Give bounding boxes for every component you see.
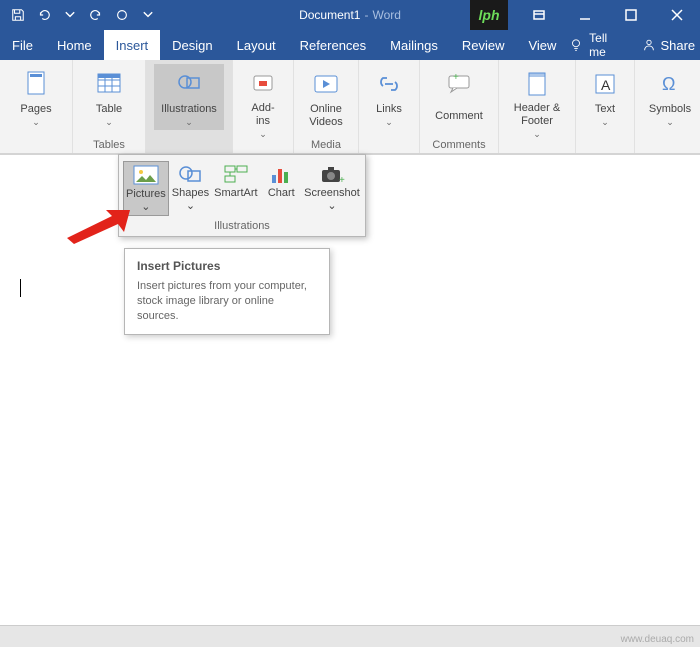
status-bar	[0, 625, 700, 647]
group-media: Online Videos Media	[294, 60, 359, 153]
group-tables-label: Tables	[93, 137, 125, 151]
watermark: www.deuaq.com	[621, 634, 694, 645]
chart-icon	[267, 163, 295, 187]
chart-button[interactable]: Chart	[260, 161, 303, 216]
header-footer-button[interactable]: Header & Footer⌄	[507, 64, 567, 141]
qat-customize-icon[interactable]	[136, 3, 160, 27]
close-icon[interactable]	[654, 0, 700, 30]
links-button[interactable]: Links⌄	[367, 64, 411, 130]
group-pages-label	[34, 137, 37, 151]
app-name: Word	[372, 8, 400, 22]
illustrations-icon	[173, 68, 205, 100]
touch-mode-icon[interactable]	[110, 3, 134, 27]
group-tables: Table⌄ Tables	[73, 60, 146, 153]
text-button[interactable]: A Text⌄	[584, 64, 626, 130]
symbols-icon: Ω	[654, 68, 686, 100]
undo-icon[interactable]	[32, 3, 56, 27]
pictures-icon	[132, 164, 160, 188]
document-name: Document1	[299, 8, 360, 22]
links-icon	[373, 68, 405, 100]
svg-text:A: A	[601, 77, 611, 93]
maximize-icon[interactable]	[608, 0, 654, 30]
title-bar: Document1 - Word lph	[0, 0, 700, 30]
group-illustrations: Illustrations⌄	[146, 60, 233, 153]
table-icon	[93, 68, 125, 100]
tab-design[interactable]: Design	[160, 30, 224, 60]
tab-file[interactable]: File	[0, 30, 45, 60]
tooltip: Insert Pictures Insert pictures from you…	[124, 248, 330, 335]
ribbon: Pages⌄ Table⌄ Tables Illustrations⌄ Add-	[0, 60, 700, 154]
pages-button[interactable]: Pages⌄	[8, 64, 64, 130]
symbols-button[interactable]: Ω Symbols⌄	[643, 64, 697, 130]
tab-review[interactable]: Review	[450, 30, 517, 60]
group-addins: Add- ins⌄	[233, 60, 294, 153]
window-title: Document1 - Word	[299, 8, 401, 22]
title-separator: -	[364, 8, 368, 22]
window-controls	[516, 0, 700, 30]
shapes-icon	[176, 163, 204, 187]
pages-icon	[20, 68, 52, 100]
table-button[interactable]: Table⌄	[81, 64, 137, 130]
online-videos-button[interactable]: Online Videos	[302, 64, 350, 130]
addins-button[interactable]: Add- ins⌄	[241, 64, 285, 141]
screenshot-icon: +	[318, 163, 346, 187]
tab-mailings[interactable]: Mailings	[378, 30, 450, 60]
text-cursor	[20, 279, 21, 297]
smartart-button[interactable]: SmartArt	[212, 161, 259, 216]
tooltip-title: Insert Pictures	[137, 259, 317, 273]
logo-badge: lph	[470, 0, 508, 30]
share-icon	[642, 38, 656, 52]
save-icon[interactable]	[6, 3, 30, 27]
group-pages: Pages⌄	[0, 60, 73, 153]
addins-icon	[247, 68, 279, 100]
svg-text:+: +	[453, 72, 459, 83]
screenshot-button[interactable]: + Screenshot⌄	[303, 161, 361, 216]
tab-home[interactable]: Home	[45, 30, 104, 60]
comment-icon: +	[443, 68, 475, 100]
tell-me-label[interactable]: Tell me	[589, 31, 617, 59]
tab-view[interactable]: View	[516, 30, 568, 60]
tab-layout[interactable]: Layout	[225, 30, 288, 60]
video-icon	[310, 68, 342, 100]
tab-references[interactable]: References	[288, 30, 378, 60]
header-footer-icon	[521, 68, 553, 100]
smartart-icon	[222, 163, 250, 187]
tab-insert[interactable]: Insert	[104, 30, 161, 60]
undo-dropdown-icon[interactable]	[58, 3, 82, 27]
svg-text:+: +	[339, 175, 345, 186]
flyout-group-label: Illustrations	[119, 218, 365, 236]
ribbon-tabs: File Home Insert Design Layout Reference…	[0, 30, 700, 60]
illustrations-button[interactable]: Illustrations⌄	[154, 64, 224, 130]
svg-text:Ω: Ω	[662, 74, 675, 94]
comment-button[interactable]: + Comment	[428, 64, 490, 130]
ribbon-display-icon[interactable]	[516, 0, 562, 30]
share-button[interactable]: Share	[642, 38, 695, 53]
group-symbols: Ω Symbols⌄	[635, 60, 700, 153]
quick-access-toolbar	[0, 3, 160, 27]
illustrations-flyout: Pictures⌄ Shapes⌄ SmartArt Chart + Scree…	[118, 154, 366, 237]
group-comments-label: Comments	[432, 137, 485, 151]
group-media-label: Media	[311, 137, 341, 151]
redo-icon[interactable]	[84, 3, 108, 27]
text-icon: A	[589, 68, 621, 100]
share-label: Share	[660, 38, 695, 53]
tooltip-body: Insert pictures from your computer, stoc…	[137, 279, 317, 324]
lightbulb-icon[interactable]	[568, 35, 583, 55]
group-links: Links⌄	[359, 60, 420, 153]
group-comments: + Comment Comments	[420, 60, 499, 153]
minimize-icon[interactable]	[562, 0, 608, 30]
red-arrow-annotation	[62, 206, 132, 246]
group-header-footer: Header & Footer⌄	[499, 60, 576, 153]
group-text: A Text⌄	[576, 60, 635, 153]
shapes-button[interactable]: Shapes⌄	[169, 161, 212, 216]
